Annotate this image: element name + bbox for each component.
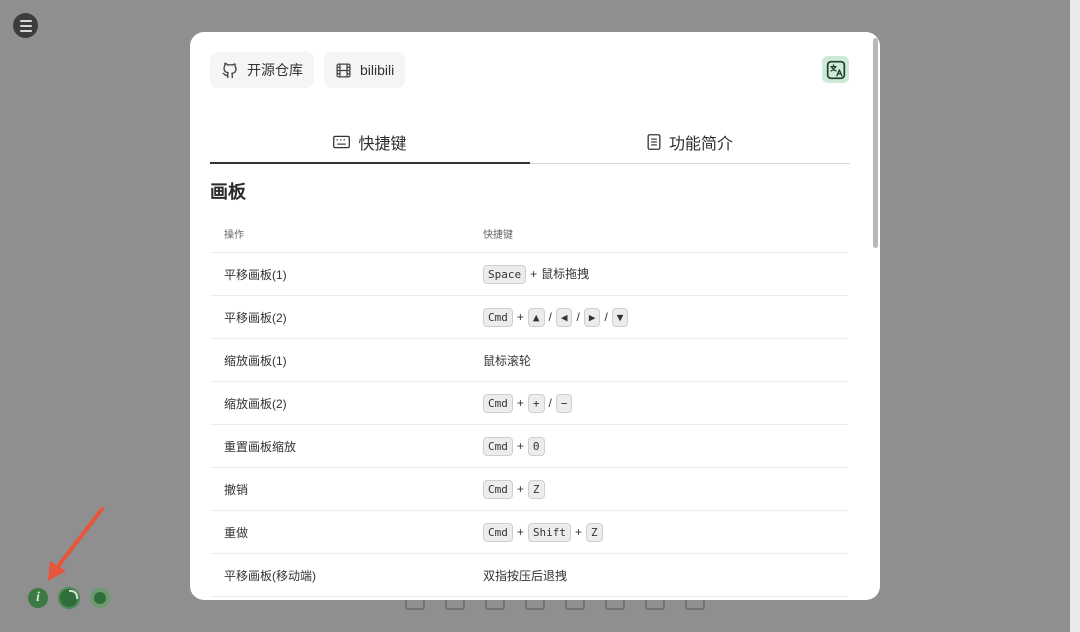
key-cap: 0 [527, 436, 545, 456]
annotation-arrow [48, 507, 104, 581]
action-cell: 缩放画板(移动端) [210, 596, 469, 600]
action-cell: 平移画板(2) [210, 295, 469, 339]
action-cell: 撤销 [210, 467, 469, 511]
key-separator: / [576, 309, 580, 324]
key-cap: Cmd [483, 307, 513, 327]
language-switch-button[interactable] [822, 56, 849, 83]
key-cap: Cmd [483, 479, 513, 499]
help-dialog: 开源仓库 bilibili 快捷键 功能简介 画板 操作 快捷键 平移画板(1)… [190, 32, 880, 600]
key-separator: + [516, 438, 524, 453]
key-cap: Cmd [483, 436, 513, 456]
main-menu-button[interactable] [13, 13, 38, 38]
key-cap: Space [483, 264, 527, 284]
action-cell: 缩放画板(2) [210, 381, 469, 425]
key-separator: + [575, 524, 583, 539]
table-row: 缩放画板(移动端)双指按压后缩放 [210, 596, 848, 600]
document-icon [647, 133, 661, 150]
tab-shortcuts[interactable]: 快捷键 [210, 120, 530, 164]
action-cell: 重做 [210, 510, 469, 554]
bilibili-button[interactable]: bilibili [324, 52, 406, 88]
key-cap: + [527, 393, 545, 413]
shortcut-cell: Cmd + ▲ / ◀ / ▶ / ▼ [469, 295, 848, 339]
table-row: 平移画板(2) Cmd + ▲ / ◀ / ▶ / ▼ [210, 295, 848, 339]
key-cap: Shift [527, 522, 572, 542]
action-cell: 平移画板(1) [210, 252, 469, 296]
shortcut-cell: 双指按压后缩放 [469, 596, 848, 600]
column-header-action: 操作 [210, 214, 469, 253]
key-cap: ▲ [527, 307, 545, 327]
action-cell: 平移画板(移动端) [210, 553, 469, 597]
key-separator: / [548, 395, 552, 410]
shortcut-cell: Cmd + + / − [469, 381, 848, 425]
shortcut-table: 操作 快捷键 平移画板(1) Space + 鼠标拖拽 平移画板(2) Cmd + ▲ / ◀ / ▶… [210, 214, 848, 600]
shortcut-cell: Space + 鼠标拖拽 [469, 252, 848, 296]
keyboard-icon [333, 135, 351, 148]
corner-controls: i [28, 587, 110, 609]
menu-line [19, 24, 32, 27]
shortcut-cell: Cmd +0 [469, 424, 848, 468]
key-cap: Z [527, 479, 545, 499]
key-separator: + [516, 524, 524, 539]
shortcut-cell: 双指按压后退拽 [469, 553, 848, 597]
table-row: 平移画板(移动端) 双指按压后退拽 [210, 553, 848, 597]
key-cap: ◀ [555, 307, 573, 327]
repo-label: 开源仓库 [247, 62, 303, 78]
key-separator: + [516, 309, 524, 324]
table-row: 重做 Cmd + Shift + Z [210, 510, 848, 554]
shortcut-cell: Cmd + Shift + Z [469, 510, 848, 554]
tab-shortcuts-label: 快捷键 [358, 135, 407, 153]
tab-features[interactable]: 功能简介 [530, 120, 850, 163]
shortcut-text: 双指按压后退拽 [483, 568, 568, 583]
menu-line [19, 19, 32, 22]
key-cap: ▶ [583, 307, 601, 327]
bilibili-label: bilibili [360, 62, 395, 78]
film-icon [336, 62, 351, 78]
scrollbar[interactable] [870, 32, 880, 600]
table-header-row: 操作 快捷键 [210, 214, 848, 253]
theme-toggle-icon[interactable] [58, 587, 80, 609]
key-cap: Z [586, 522, 603, 542]
action-cell: 缩放画板(1) [210, 338, 469, 382]
column-header-shortcut: 快捷键 [469, 214, 848, 253]
key-separator: / [604, 309, 608, 324]
github-icon [222, 62, 237, 79]
translate-icon [826, 60, 845, 79]
status-dot-icon[interactable] [90, 588, 110, 608]
info-icon[interactable]: i [28, 588, 48, 608]
key-cap: Cmd [483, 522, 513, 542]
key-cap: Cmd [483, 393, 513, 413]
table-row: 平移画板(1) Space + 鼠标拖拽 [210, 252, 848, 296]
table-row: 重置画板缩放 Cmd +0 [210, 424, 848, 468]
repo-button[interactable]: 开源仓库 [210, 52, 314, 88]
shortcut-text: 鼠标拖拽 [541, 266, 590, 281]
key-separator: + [516, 395, 524, 410]
shortcut-text: 鼠标滚轮 [483, 353, 532, 368]
window-edge [1070, 0, 1080, 632]
key-separator: + [530, 266, 538, 281]
shortcut-cell: 鼠标滚轮 [469, 338, 848, 382]
section-title: 画板 [210, 182, 246, 202]
menu-line [19, 29, 32, 32]
shortcut-cell: Cmd + Z [469, 467, 848, 511]
table-row: 缩放画板(1) 鼠标滚轮 [210, 338, 848, 382]
key-cap: ▼ [611, 307, 629, 327]
table-row: 缩放画板(2) Cmd + + / − [210, 381, 848, 425]
action-cell: 重置画板缩放 [210, 424, 469, 468]
key-separator: / [548, 309, 552, 324]
tab-features-label: 功能简介 [668, 135, 733, 153]
dialog-tabs: 快捷键 功能简介 [210, 120, 850, 164]
scrollbar-thumb[interactable] [873, 38, 878, 248]
key-separator: + [516, 481, 524, 496]
table-row: 撤销 Cmd + Z [210, 467, 848, 511]
key-cap: − [555, 393, 573, 413]
